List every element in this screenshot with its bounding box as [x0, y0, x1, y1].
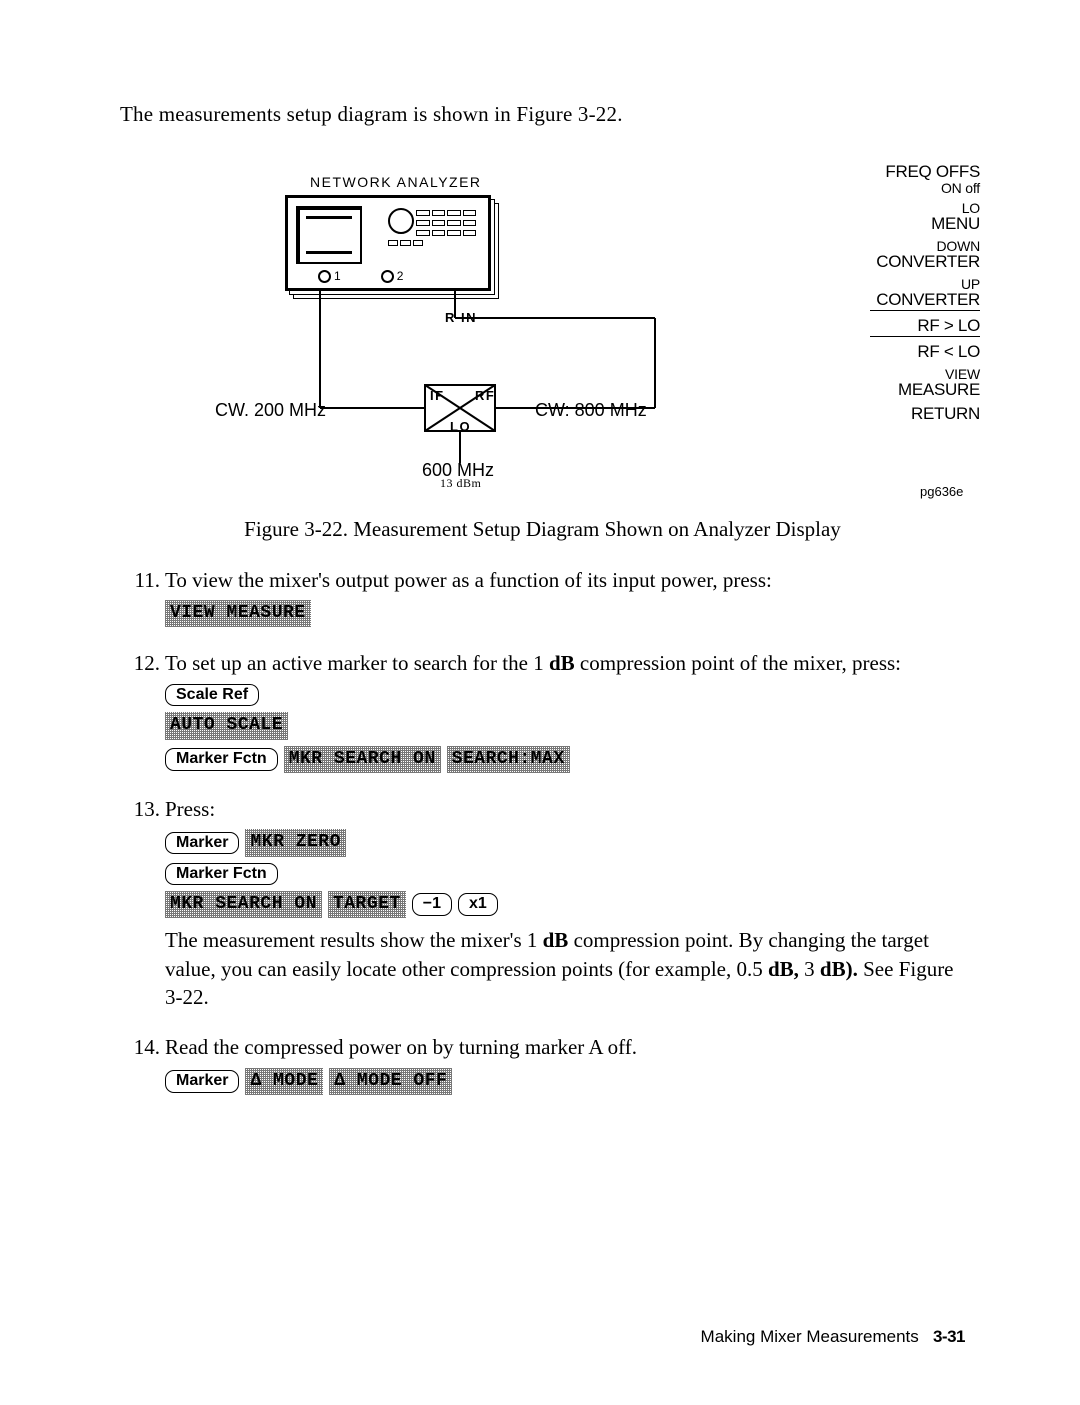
step-number: 11. — [120, 566, 160, 594]
sk-rf-lt-lo: RF < LO — [870, 343, 980, 361]
sk-return: RETURN — [870, 405, 980, 423]
hardkey-x1: x1 — [458, 893, 498, 916]
step-11: 11. To view the mixer's output power as … — [120, 566, 965, 628]
hardkey-marker: Marker — [165, 1070, 239, 1093]
cw-left: CW. 200 MHz — [215, 398, 326, 422]
softkey-mkr-search-on: MKR SEARCH ON — [284, 746, 441, 773]
page-number: 3-31 — [933, 1327, 965, 1346]
if-label: IF — [430, 387, 445, 405]
step-number: 14. — [120, 1033, 160, 1061]
step-14: 14. Read the compressed power on by turn… — [120, 1033, 965, 1095]
softkey-mkr-search-on: MKR SEARCH ON — [165, 891, 322, 918]
figure-caption: Figure 3-22. Measurement Setup Diagram S… — [120, 515, 965, 543]
page-footer: Making Mixer Measurements 3-31 — [701, 1327, 965, 1347]
softkey-target: TARGET — [328, 891, 406, 918]
hardkey-minus-1: −1 — [412, 893, 452, 916]
sk-freq-offs: FREQ OFFS — [870, 163, 980, 181]
step-text: To set up an active marker to search for… — [165, 649, 965, 677]
softkey-auto-scale: AUTO SCALE — [165, 712, 288, 739]
footer-title: Making Mixer Measurements — [701, 1327, 919, 1346]
step-text: Press: — [165, 795, 965, 823]
step-result-text: The measurement results show the mixer's… — [165, 926, 965, 1011]
softkey-view-measure: VIEW MEASURE — [165, 600, 311, 627]
step-text: Read the compressed power on by turning … — [165, 1033, 965, 1061]
hardkey-marker-fctn: Marker Fctn — [165, 863, 278, 886]
intro-paragraph: The measurements setup diagram is shown … — [120, 100, 965, 128]
r-in-label: R IN — [445, 309, 477, 327]
wiring-diagram — [260, 163, 780, 503]
lo-power: 13 dBm — [440, 475, 481, 491]
softkey-delta-mode-off: Δ MODE OFF — [329, 1068, 452, 1095]
softkey-mkr-zero: MKR ZERO — [245, 829, 345, 856]
rf-label: RF — [475, 387, 495, 405]
step-text: To view the mixer's output power as a fu… — [165, 566, 965, 594]
figure-code: pg636e — [920, 483, 963, 501]
softkey-search-max: SEARCH:MAX — [447, 746, 570, 773]
measurement-setup-figure: NETWORK ANALYZER 1 2 — [260, 163, 965, 503]
sk-rf-gt-lo: RF > LO — [870, 317, 980, 335]
softkey-delta-mode: Δ MODE — [245, 1068, 323, 1095]
hardkey-marker-fctn: Marker Fctn — [165, 748, 278, 771]
sk-up-converter: CONVERTER — [870, 291, 980, 309]
softkey-menu: FREQ OFFS ON off LO MENU DOWN CONVERTER … — [870, 163, 980, 429]
cw-right: CW: 800 MHz — [535, 398, 647, 422]
sk-view-measure: MEASURE — [870, 381, 980, 399]
lo-label: LO — [450, 418, 471, 436]
step-number: 12. — [120, 649, 160, 677]
step-number: 13. — [120, 795, 160, 823]
sk-lo-menu: MENU — [870, 215, 980, 233]
hardkey-marker: Marker — [165, 832, 239, 855]
hardkey-scale-ref: Scale Ref — [165, 684, 259, 707]
step-13: 13. Press: Marker MKR ZERO Marker Fctn M… — [120, 795, 965, 1012]
sk-down-converter: CONVERTER — [870, 253, 980, 271]
step-12: 12. To set up an active marker to search… — [120, 649, 965, 773]
